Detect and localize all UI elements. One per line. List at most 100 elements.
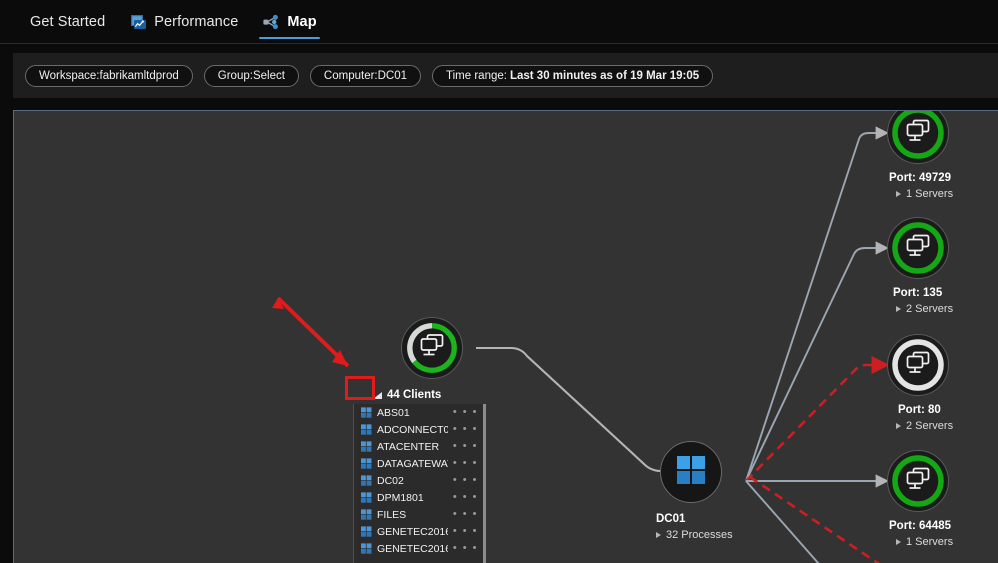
client-list-item-label: ATACENTER [377,440,440,453]
port-node-135-servers[interactable]: 2 Servers [896,303,953,315]
windows-logo-icon [361,543,372,554]
windows-logo-icon [361,407,372,418]
port-node-135-caption: Port: 135 [893,287,943,299]
client-list-item-label: ABS01 [377,406,410,419]
port-node-49729-ring [887,111,949,164]
dc01-node-processes[interactable]: 32 Processes [656,529,733,541]
collapsed-triangle-icon[interactable] [656,532,661,538]
dc01-node-processes-label: 32 Processes [666,529,733,541]
time-range-filter-value: Last 30 minutes as of 19 Mar 19:05 [509,69,700,82]
client-list-item-label: GENETEC201601 [377,525,448,538]
client-row-menu-button[interactable]: • • • [453,509,478,520]
client-row-menu-button[interactable]: • • • [453,441,478,452]
client-list-item[interactable]: GENETEC201601 • • • [354,523,486,540]
client-list-item[interactable]: ATACENTER • • • [354,438,486,455]
port-node-135-servers-label: 2 Servers [906,303,954,315]
windows-logo-icon [676,455,706,490]
client-list-item[interactable]: FILES • • • [354,506,486,523]
map-graph-icon [262,13,280,31]
client-row-menu-button[interactable]: • • • [453,475,478,486]
client-list-item-label: GENETEC201602 [377,542,448,555]
client-list-item[interactable]: DPM1801 • • • [354,489,486,506]
windows-logo-icon [361,458,372,469]
tab-performance-label: Performance [154,13,239,30]
port-node-64485-caption: Port: 64485 [889,520,952,532]
windows-logo-icon [361,424,372,435]
computer-filter-prefix: Computer: [323,69,378,82]
port-node-80-caption: Port: 80 [898,404,941,416]
clients-node-caption: 44 Clients [387,389,442,401]
port-node-135-ring [887,217,949,279]
windows-logo-icon [361,526,372,537]
client-row-menu-button[interactable]: • • • [453,458,478,469]
clients-list-panel[interactable]: ABS01 • • • ADCONNECT01 • • • ATACENTER • • •… [353,404,486,563]
collapsed-triangle-icon[interactable] [896,539,901,545]
tab-get-started-label: Get Started [30,13,106,30]
port-node-49729-servers[interactable]: 1 Servers [896,188,953,200]
computer-filter-value: DC01 [377,69,408,82]
dc01-node-ring [660,441,722,503]
client-list-item[interactable]: ABS01 • • • [354,404,486,421]
monitor-stack-icon [419,334,445,363]
client-list-item[interactable]: DC02 • • • [354,472,486,489]
port-node-49729-servers-label: 1 Servers [906,188,954,200]
windows-logo-icon [361,509,372,520]
performance-chart-icon [129,13,147,31]
map-canvas[interactable]: 44 Clients DC01 32 Processes Port: 49729… [13,110,998,563]
computer-filter[interactable]: Computer: DC01 [309,64,422,87]
client-row-menu-button[interactable]: • • • [453,407,478,418]
monitor-stack-icon [905,351,931,380]
workspace-filter-value: fabrikamltdprod [99,69,179,82]
monitor-stack-icon [905,467,931,496]
group-filter-prefix: Group: [217,69,253,82]
client-row-menu-button[interactable]: • • • [453,492,478,503]
port-node-64485-servers-label: 1 Servers [906,536,954,548]
client-list-item-label: DC02 [377,474,404,487]
time-range-filter[interactable]: Time range: Last 30 minutes as of 19 Mar… [432,64,714,87]
client-row-menu-button[interactable]: • • • [453,424,478,435]
edge-dc01-to-port-49729 [745,126,889,482]
clients-list-rows: ABS01 • • • ADCONNECT01 • • • ATACENTER • • •… [354,404,486,557]
port-node-49729-caption: Port: 49729 [889,172,952,184]
port-node-64485-ring [887,450,949,512]
monitor-stack-icon [905,119,931,148]
collapsed-triangle-icon[interactable] [896,423,901,429]
windows-logo-icon [361,475,372,486]
workspace-filter-prefix: Workspace: [39,69,100,82]
monitor-stack-icon [905,234,931,263]
client-list-item[interactable]: GENETEC201602 • • • [354,540,486,557]
client-list-item[interactable]: ADCONNECT01 • • • [354,421,486,438]
workspace-filter[interactable]: Workspace: fabrikamltdprod [25,64,193,87]
tab-map-label: Map [287,13,317,30]
time-range-filter-prefix: Time range: [446,69,507,82]
client-list-item[interactable]: DATAGATEWAY • • • [354,455,486,472]
filter-bar: Workspace: fabrikamltdprod Group: Select… [13,53,998,98]
port-node-64485-servers[interactable]: 1 Servers [896,536,953,548]
client-row-menu-button[interactable]: • • • [453,543,478,554]
collapsed-triangle-icon[interactable] [896,306,901,312]
client-list-item-label: ADCONNECT01 [377,423,448,436]
clients-list-scrollbar[interactable] [483,404,486,563]
port-node-80-servers[interactable]: 2 Servers [896,420,953,432]
windows-logo-icon [361,441,372,452]
monitoring-map-page: Get Started Performance Map Workspace: f… [0,0,998,563]
dc01-node[interactable]: DC01 32 Processes [644,441,784,551]
windows-logo-icon [361,492,372,503]
group-filter[interactable]: Group: Select [203,64,299,87]
main-tab-bar: Get Started Performance Map [0,0,998,44]
collapsed-triangle-icon[interactable] [896,191,901,197]
tab-map[interactable]: Map [250,0,328,44]
tab-performance[interactable]: Performance [117,0,250,44]
annotation-highlight-box [345,376,375,400]
dc01-node-caption: DC01 [656,513,686,525]
clients-node-ring [401,317,463,379]
clients-node-caption-row[interactable]: 44 Clients [373,389,441,401]
tab-get-started[interactable]: Get Started [18,0,117,44]
client-row-menu-button[interactable]: • • • [453,526,478,537]
port-node-80-ring [887,334,949,396]
group-filter-value: Select [252,69,285,82]
client-list-item-label: DPM1801 [377,491,424,504]
port-node-80-servers-label: 2 Servers [906,420,954,432]
client-list-item-label: FILES [377,508,407,521]
client-list-item-label: DATAGATEWAY [377,457,448,470]
